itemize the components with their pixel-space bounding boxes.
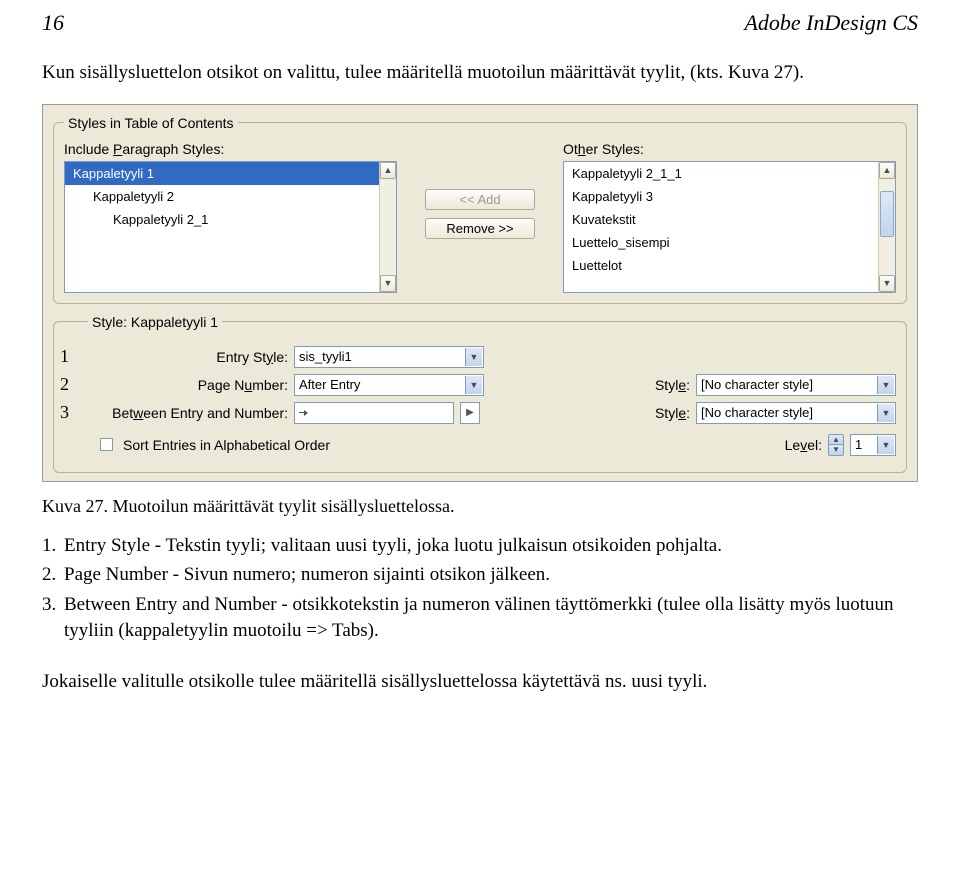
between-flyout-button[interactable]: ▶ (460, 402, 480, 424)
remove-button[interactable]: Remove >> (425, 218, 535, 239)
scroll-up-icon[interactable]: ▲ (380, 162, 396, 179)
list-item[interactable]: Kappaletyyli 2 (65, 185, 379, 208)
level-field[interactable]: 1 ▼ (850, 434, 896, 456)
list-item[interactable]: Kuvatekstit (564, 208, 878, 231)
numbered-list: 1. Entry Style - Tekstin tyyli; valitaan… (0, 523, 960, 658)
chevron-down-icon[interactable]: ▼ (877, 436, 894, 454)
chevron-down-icon[interactable]: ▼ (877, 404, 894, 422)
item-text: Between Entry and Number - otsikkoteksti… (64, 594, 894, 641)
annotation-3: 3 (60, 402, 69, 423)
chevron-down-icon[interactable]: ▼ (465, 376, 482, 394)
list-item[interactable]: Kappaletyyli 2_1 (65, 208, 379, 231)
scroll-down-icon[interactable]: ▼ (879, 275, 895, 292)
list-item[interactable]: Luettelot (564, 254, 878, 277)
page-number-label: Page Number: (88, 377, 288, 393)
list-item: 1. Entry Style - Tekstin tyyli; valitaan… (64, 533, 918, 559)
scroll-up-icon[interactable]: ▲ (879, 162, 895, 179)
annotation-1: 1 (60, 346, 69, 367)
toc-panel: Styles in Table of Contents Include Para… (42, 104, 918, 482)
chevron-down-icon[interactable]: ▼ (465, 348, 482, 366)
other-label: Other Styles: (563, 141, 896, 157)
list-item: 2. Page Number - Sivun numero; numeron s… (64, 562, 918, 588)
item-number: 3. (42, 592, 56, 618)
page-number-style-dropdown[interactable]: [No character style] ▼ (696, 374, 896, 396)
between-field[interactable] (294, 402, 454, 424)
entry-style-dropdown[interactable]: sis_tyyli1 ▼ (294, 346, 484, 368)
closing-paragraph: Jokaiselle valitulle otsikolle tulee mää… (0, 657, 960, 703)
sort-checkbox[interactable] (100, 438, 113, 451)
figure-caption: Kuva 27. Muotoilun määrittävät tyylit si… (0, 488, 960, 523)
entry-style-value: sis_tyyli1 (299, 349, 352, 364)
spinner-down-icon[interactable]: ▼ (829, 444, 843, 455)
page-number-dropdown[interactable]: After Entry ▼ (294, 374, 484, 396)
other-listbox[interactable]: Kappaletyyli 2_1_1 Kappaletyyli 3 Kuvate… (563, 161, 896, 293)
list-item[interactable]: Kappaletyyli 2_1_1 (564, 162, 878, 185)
style-value: [No character style] (701, 405, 813, 420)
add-button[interactable]: << Add (425, 189, 535, 210)
item-text: Entry Style - Tekstin tyyli; valitaan uu… (64, 535, 722, 556)
style-detail-title: Style: Kappaletyyli 1 (88, 314, 222, 330)
style-detail-group: Style: Kappaletyyli 1 1 Entry Style: sis… (53, 314, 907, 473)
list-item: 3. Between Entry and Number - otsikkotek… (64, 592, 918, 643)
item-number: 2. (42, 562, 56, 588)
list-item[interactable]: Kappaletyyli 3 (564, 185, 878, 208)
item-text: Page Number - Sivun numero; numeron sija… (64, 564, 550, 585)
style-label: Style: (634, 377, 690, 393)
spinner-up-icon[interactable]: ▲ (829, 435, 843, 445)
list-item[interactable]: Kappaletyyli 1 (65, 162, 379, 185)
annotation-2: 2 (60, 374, 69, 395)
styles-group: Styles in Table of Contents Include Para… (53, 115, 907, 304)
page-number-value: After Entry (299, 377, 360, 392)
style-label: Style: (634, 405, 690, 421)
entry-style-label: Entry Style: (88, 349, 288, 365)
intro-paragraph: Kun sisällysluettelon otsikot on valittu… (0, 36, 960, 96)
styles-group-title: Styles in Table of Contents (64, 115, 238, 131)
between-label: Between Entry and Number: (88, 405, 288, 421)
page-number: 16 (42, 10, 64, 36)
scrollbar[interactable]: ▲ ▼ (379, 162, 396, 292)
include-label: Include Paragraph Styles: (64, 141, 397, 157)
page-header: 16 Adobe InDesign CS (0, 0, 960, 36)
include-listbox[interactable]: Kappaletyyli 1 Kappaletyyli 2 Kappaletyy… (64, 161, 397, 293)
ui-screenshot: Styles in Table of Contents Include Para… (42, 104, 918, 482)
list-item[interactable]: Luettelo_sisempi (564, 231, 878, 254)
app-title: Adobe InDesign CS (744, 10, 918, 36)
level-value: 1 (855, 437, 862, 452)
item-number: 1. (42, 533, 56, 559)
style-value: [No character style] (701, 377, 813, 392)
between-style-dropdown[interactable]: [No character style] ▼ (696, 402, 896, 424)
level-label: Level: (766, 437, 822, 453)
level-spinner[interactable]: ▲ ▼ (828, 434, 844, 456)
scroll-down-icon[interactable]: ▼ (380, 275, 396, 292)
scrollbar[interactable]: ▲ ▼ (878, 162, 895, 292)
tab-char-icon (299, 409, 309, 417)
sort-label: Sort Entries in Alphabetical Order (123, 437, 330, 453)
chevron-down-icon[interactable]: ▼ (877, 376, 894, 394)
